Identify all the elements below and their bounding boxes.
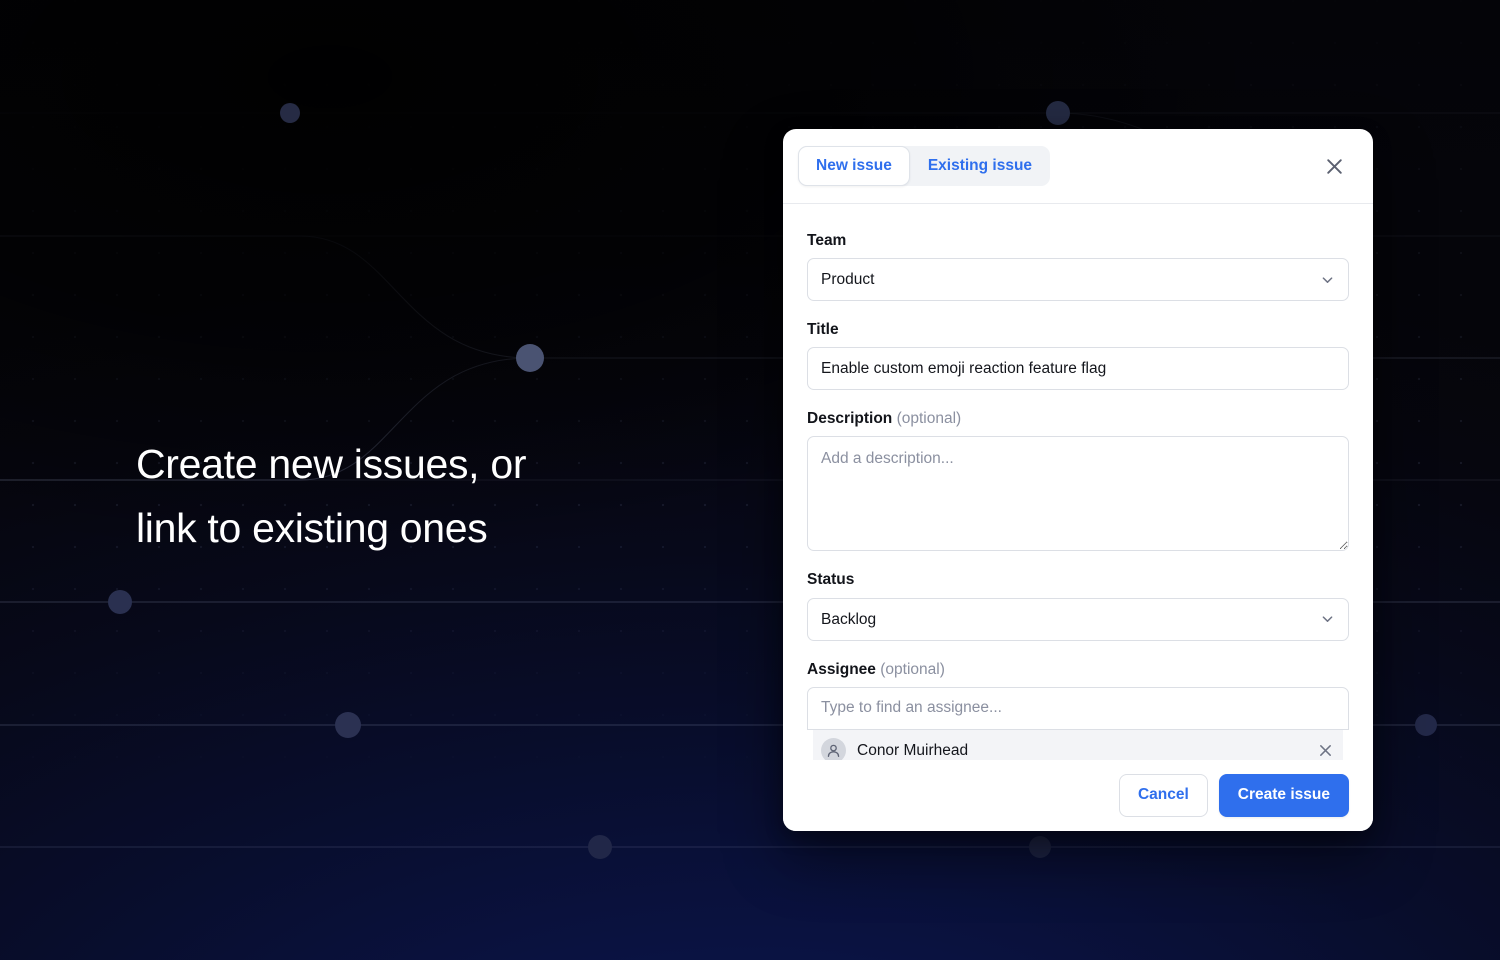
- assignee-combobox: Conor Muirhead: [807, 686, 1349, 760]
- team-select[interactable]: Product: [807, 258, 1349, 302]
- dialog-footer: Cancel Create issue: [783, 760, 1373, 831]
- team-label: Team: [807, 232, 847, 249]
- avatar: [821, 738, 846, 760]
- node-dot: [280, 103, 300, 123]
- assignee-optional-tag: (optional): [880, 660, 945, 678]
- field-assignee: Assignee (optional) Conor Muirhead: [807, 660, 1349, 760]
- description-label-text: Description: [807, 410, 893, 428]
- close-icon: [1320, 745, 1331, 757]
- status-select-wrap: Backlog: [807, 597, 1349, 641]
- issue-mode-tabs: New issue Existing issue: [798, 145, 1051, 187]
- node-dot: [1415, 714, 1437, 736]
- screen-root: Create new issues, or link to existing o…: [0, 0, 1500, 960]
- cancel-button[interactable]: Cancel: [1118, 774, 1208, 817]
- tab-new-issue[interactable]: New issue: [798, 145, 910, 187]
- dialog-body: Team Product Title Enable custom emoji r…: [783, 204, 1373, 760]
- description-label: Description (optional): [807, 409, 1349, 429]
- remove-assignee-button[interactable]: [1318, 743, 1333, 758]
- team-select-wrap: Product: [807, 258, 1349, 302]
- description-textarea[interactable]: [807, 436, 1349, 552]
- node-dot: [1029, 836, 1051, 858]
- description-optional-tag: (optional): [896, 410, 962, 428]
- close-dialog-button[interactable]: [1317, 149, 1351, 183]
- close-icon: [1326, 158, 1342, 174]
- field-status: Status Backlog: [807, 570, 1349, 641]
- create-issue-dialog: New issue Existing issue Team Product Ti…: [783, 129, 1373, 831]
- page-title: Create new issues, or link to existing o…: [136, 432, 736, 560]
- node-dot: [1046, 101, 1070, 125]
- title-input[interactable]: [807, 347, 1349, 391]
- node-dot: [335, 712, 361, 738]
- dialog-header: New issue Existing issue: [783, 129, 1373, 204]
- assignee-name: Conor Muirhead: [857, 741, 969, 759]
- headline-line-1: Create new issues, or: [136, 441, 527, 487]
- field-description: Description (optional): [807, 409, 1349, 552]
- title-label: Title: [807, 321, 839, 339]
- status-select[interactable]: Backlog: [807, 597, 1349, 641]
- assignee-label: Assignee (optional): [807, 660, 1349, 680]
- field-team: Team Product: [807, 231, 1349, 302]
- headline-line-2: link to existing ones: [136, 505, 488, 551]
- node-dot: [108, 590, 132, 614]
- node-dot: [516, 344, 544, 372]
- status-select-value: Backlog: [821, 610, 877, 628]
- assignee-label-text: Assignee: [807, 660, 876, 678]
- create-issue-button[interactable]: Create issue: [1218, 774, 1349, 817]
- status-label: Status: [807, 571, 855, 589]
- assignee-selected-item[interactable]: Conor Muirhead: [813, 729, 1343, 760]
- team-select-value: Product: [821, 271, 875, 289]
- node-dot: [588, 835, 612, 859]
- field-title: Title: [807, 320, 1349, 391]
- tab-existing-issue[interactable]: Existing issue: [910, 146, 1050, 187]
- assignee-input[interactable]: [807, 686, 1349, 730]
